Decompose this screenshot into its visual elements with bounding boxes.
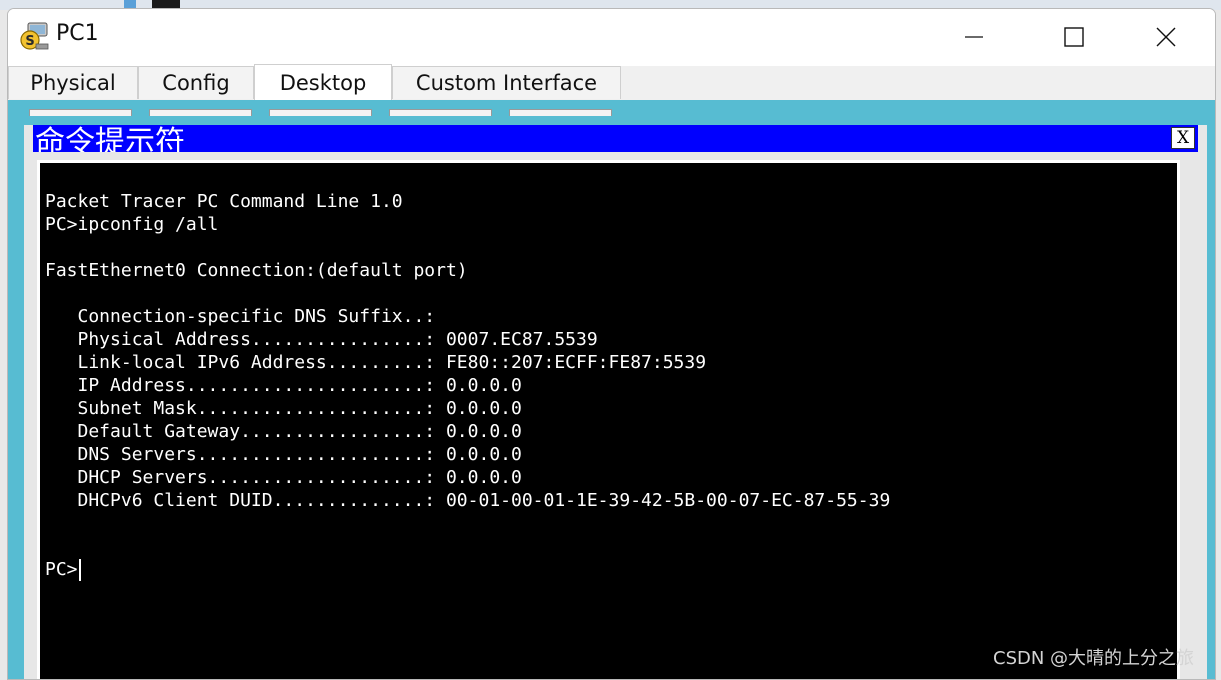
terminal-line: DHCP Servers....................: 0.0.0.… [45, 467, 522, 488]
desktop-app-tile [269, 109, 372, 116]
minimize-button[interactable] [951, 17, 997, 57]
close-icon [1155, 26, 1177, 48]
tab-custom-interface[interactable]: Custom Interface [392, 66, 621, 99]
terminal-prompt-line[interactable]: PC> [45, 558, 890, 581]
window-title: PC1 [56, 21, 99, 46]
terminal-line: DHCPv6 Client DUID..............: 00-01-… [45, 490, 891, 511]
packet-tracer-pc-icon: S [19, 21, 49, 51]
terminal-line: Subnet Mask.....................: 0.0.0.… [45, 398, 522, 419]
terminal-line: Default Gateway.................: 0.0.0.… [45, 421, 522, 442]
terminal-output[interactable]: Packet Tracer PC Command Line 1.0 PC>ipco… [37, 160, 1180, 679]
terminal-line: Physical Address................: 0007.E… [45, 329, 598, 350]
background-window-edge [124, 0, 136, 8]
terminal-prompt: PC> [45, 559, 78, 580]
terminal-lines: Packet Tracer PC Command Line 1.0 PC>ipco… [45, 190, 890, 581]
terminal-line: FastEthernet0 Connection:(default port) [45, 260, 468, 281]
close-button[interactable] [1143, 17, 1189, 57]
watermark: CSDN @大晴的上分之旅 [993, 648, 1195, 669]
tab-physical[interactable]: Physical [8, 66, 138, 99]
desktop-app-tile [29, 109, 132, 116]
terminal-line: Connection-specific DNS Suffix..: [45, 306, 446, 327]
command-prompt-close-button[interactable]: X [1171, 127, 1195, 149]
desktop-app-tile [509, 109, 612, 116]
command-prompt-title: 命令提示符 [35, 125, 185, 152]
tab-desktop[interactable]: Desktop [254, 64, 392, 100]
maximize-icon [1064, 27, 1084, 47]
title-bar[interactable]: S PC1 [8, 9, 1215, 65]
terminal-line: Link-local IPv6 Address.........: FE80::… [45, 352, 707, 373]
maximize-button[interactable] [1051, 17, 1097, 57]
desktop-app-tile [149, 109, 252, 116]
svg-text:S: S [25, 34, 34, 49]
text-cursor [78, 559, 81, 581]
terminal-line: Packet Tracer PC Command Line 1.0 [45, 191, 403, 212]
desktop-app-tile [389, 109, 492, 116]
terminal-line: IP Address......................: 0.0.0.… [45, 375, 522, 396]
terminal-line: PC>ipconfig /all [45, 214, 219, 235]
minimize-icon [964, 27, 984, 47]
command-prompt-title-bar[interactable]: 命令提示符 X [33, 125, 1198, 152]
command-prompt-window: 命令提示符 X Packet Tracer PC Command Line 1.… [24, 125, 1207, 679]
terminal-line: DNS Servers.....................: 0.0.0.… [45, 444, 522, 465]
tab-config[interactable]: Config [138, 66, 254, 99]
pc1-window: S PC1 Physical Config Desktop Custom Int… [7, 8, 1216, 680]
desktop-content: 命令提示符 X Packet Tracer PC Command Line 1.… [8, 100, 1215, 679]
tab-bar: Physical Config Desktop Custom Interface [8, 64, 1215, 101]
